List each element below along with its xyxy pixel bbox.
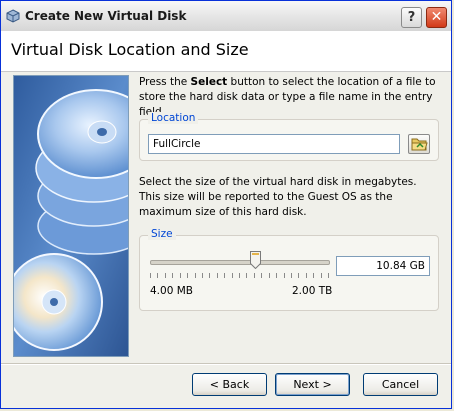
page-title: Virtual Disk Location and Size [11, 40, 249, 59]
help-button[interactable]: ? [401, 7, 422, 28]
size-slider-thumb[interactable] [250, 251, 262, 269]
page-header: Virtual Disk Location and Size [1, 31, 451, 72]
next-button[interactable]: Next > [275, 373, 350, 396]
size-input[interactable]: 10.84 GB [336, 256, 430, 276]
slider-tick [261, 273, 262, 278]
slider-tick [232, 273, 233, 278]
cd-discs-illustration [13, 75, 129, 357]
slider-tick [328, 273, 329, 278]
slider-tick [254, 273, 255, 278]
size-max-label: 2.00 TB [292, 285, 333, 297]
slider-tick [224, 273, 225, 278]
slider-tick [157, 273, 158, 278]
select-location-button[interactable] [408, 134, 430, 154]
slider-tick [298, 273, 299, 278]
slider-tick [276, 273, 277, 278]
button-divider [1, 363, 451, 365]
slider-tick [217, 273, 218, 278]
size-slider-ticks [150, 273, 330, 279]
folder-open-icon [411, 138, 428, 151]
slider-tick [202, 273, 203, 278]
size-group: Size 4.00 MB 2.00 TB 10.84 GB [139, 228, 439, 311]
size-min-label: 4.00 MB [150, 285, 193, 297]
select-keyword: Select [190, 76, 228, 88]
slider-tick [313, 273, 314, 278]
slider-tick [180, 273, 181, 278]
virtualbox-cube-icon [6, 9, 20, 23]
dialog-window: Create New Virtual Disk ? ✕ Virtual Disk… [0, 0, 452, 409]
slider-tick [239, 273, 240, 278]
size-group-label: Size [148, 228, 176, 240]
slider-tick [150, 273, 151, 278]
slider-tick [269, 273, 270, 278]
slider-tick [246, 273, 247, 278]
close-button[interactable]: ✕ [426, 7, 447, 28]
slider-tick [306, 273, 307, 278]
window-title: Create New Virtual Disk [25, 9, 187, 23]
title-bar[interactable]: Create New Virtual Disk ? ✕ [1, 1, 451, 32]
slider-tick [321, 273, 322, 278]
cancel-button[interactable]: Cancel [363, 373, 438, 396]
location-group: Location FullCircle [139, 112, 439, 161]
back-button[interactable]: < Back [192, 373, 267, 396]
location-group-label: Location [148, 112, 199, 124]
size-slider-track[interactable] [150, 260, 330, 265]
size-description: Select the size of the virtual hard disk… [139, 176, 417, 218]
slider-tick [195, 273, 196, 278]
slider-tick [284, 273, 285, 278]
slider-tick [165, 273, 166, 278]
slider-tick [172, 273, 173, 278]
slider-tick [209, 273, 210, 278]
slider-tick [187, 273, 188, 278]
slider-tick [291, 273, 292, 278]
location-input[interactable]: FullCircle [148, 134, 400, 154]
